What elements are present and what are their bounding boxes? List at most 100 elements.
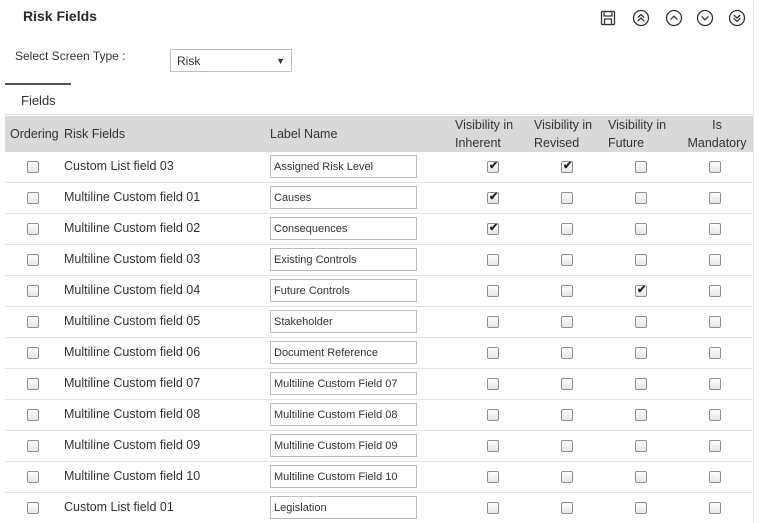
visibility-future-checkbox[interactable]: ✔ <box>635 440 647 452</box>
visibility-future-checkbox[interactable]: ✔ <box>635 347 647 359</box>
visibility-revised-checkbox[interactable]: ✔ <box>561 254 573 266</box>
table-row: ✔ Multiline Custom field 03 ✔ ✔ ✔ ✔ <box>5 245 753 276</box>
visibility-revised-checkbox[interactable]: ✔ <box>561 440 573 452</box>
move-top-button[interactable] <box>631 8 651 28</box>
is-mandatory-checkbox[interactable]: ✔ <box>709 285 721 297</box>
is-mandatory-checkbox[interactable]: ✔ <box>709 409 721 421</box>
screen-type-value: Risk <box>177 54 201 68</box>
is-mandatory-checkbox[interactable]: ✔ <box>709 347 721 359</box>
visibility-revised-checkbox[interactable]: ✔ <box>561 471 573 483</box>
visibility-inherent-checkbox[interactable]: ✔ <box>487 347 499 359</box>
label-name-input[interactable] <box>270 403 417 426</box>
ordering-checkbox[interactable]: ✔ <box>27 223 39 235</box>
visibility-inherent-checkbox[interactable]: ✔ <box>487 440 499 452</box>
ordering-checkbox[interactable]: ✔ <box>27 409 39 421</box>
visibility-inherent-checkbox[interactable]: ✔ <box>487 191 499 204</box>
visibility-revised-checkbox[interactable]: ✔ <box>561 223 573 235</box>
header-label-name: Label Name <box>270 127 338 141</box>
is-mandatory-checkbox[interactable]: ✔ <box>709 254 721 266</box>
visibility-future-checkbox[interactable]: ✔ <box>635 254 647 266</box>
visibility-revised-checkbox[interactable]: ✔ <box>561 378 573 390</box>
label-name-input[interactable] <box>270 496 417 519</box>
is-mandatory-checkbox[interactable]: ✔ <box>709 161 721 173</box>
is-mandatory-checkbox[interactable]: ✔ <box>709 471 721 483</box>
visibility-revised-checkbox[interactable]: ✔ <box>561 409 573 421</box>
ordering-checkbox[interactable]: ✔ <box>27 254 39 266</box>
visibility-future-checkbox[interactable]: ✔ <box>635 471 647 483</box>
tab-fields[interactable]: Fields <box>5 83 71 115</box>
visibility-future-checkbox[interactable]: ✔ <box>635 284 647 297</box>
ordering-checkbox[interactable]: ✔ <box>27 471 39 483</box>
visibility-inherent-checkbox[interactable]: ✔ <box>487 409 499 421</box>
visibility-inherent-checkbox[interactable]: ✔ <box>487 502 499 514</box>
move-top-icon <box>632 9 650 27</box>
ordering-checkbox[interactable]: ✔ <box>27 192 39 204</box>
visibility-revised-checkbox[interactable]: ✔ <box>561 502 573 514</box>
visibility-inherent-checkbox[interactable]: ✔ <box>487 471 499 483</box>
is-mandatory-checkbox[interactable]: ✔ <box>709 378 721 390</box>
table-row: ✔ Multiline Custom field 04 ✔ ✔ ✔ ✔ <box>5 276 753 307</box>
visibility-future-checkbox[interactable]: ✔ <box>635 223 647 235</box>
ordering-checkbox[interactable]: ✔ <box>27 347 39 359</box>
label-name-input[interactable] <box>270 217 417 240</box>
visibility-future-checkbox[interactable]: ✔ <box>635 502 647 514</box>
visibility-revised-checkbox[interactable]: ✔ <box>561 192 573 204</box>
table-row: ✔ Custom List field 03 ✔ ✔ ✔ ✔ <box>5 152 753 183</box>
label-name-input[interactable] <box>270 248 417 271</box>
label-name-input[interactable] <box>270 155 417 178</box>
visibility-future-checkbox[interactable]: ✔ <box>635 161 647 173</box>
table-row: ✔ Multiline Custom field 05 ✔ ✔ ✔ ✔ <box>5 307 753 338</box>
is-mandatory-checkbox[interactable]: ✔ <box>709 502 721 514</box>
visibility-inherent-checkbox[interactable]: ✔ <box>487 222 499 235</box>
save-button[interactable] <box>598 8 618 28</box>
is-mandatory-checkbox[interactable]: ✔ <box>709 192 721 204</box>
ordering-checkbox[interactable]: ✔ <box>27 502 39 514</box>
move-up-button[interactable] <box>664 8 684 28</box>
move-down-button[interactable] <box>695 8 715 28</box>
move-down-icon <box>696 9 714 27</box>
table-row: ✔ Multiline Custom field 06 ✔ ✔ ✔ ✔ <box>5 338 753 369</box>
visibility-inherent-checkbox[interactable]: ✔ <box>487 160 499 173</box>
header-is-mandatory: Is Mandatory <box>687 118 747 150</box>
risk-field-name: Multiline Custom field 04 <box>64 283 201 297</box>
ordering-checkbox[interactable]: ✔ <box>27 316 39 328</box>
ordering-checkbox[interactable]: ✔ <box>27 378 39 390</box>
label-name-input[interactable] <box>270 310 417 333</box>
ordering-checkbox[interactable]: ✔ <box>27 161 39 173</box>
visibility-inherent-checkbox[interactable]: ✔ <box>487 254 499 266</box>
visibility-revised-checkbox[interactable]: ✔ <box>561 160 573 173</box>
header-ordering: Ordering <box>10 127 59 141</box>
risk-field-name: Multiline Custom field 01 <box>64 190 201 204</box>
visibility-revised-checkbox[interactable]: ✔ <box>561 316 573 328</box>
is-mandatory-checkbox[interactable]: ✔ <box>709 440 721 452</box>
screen-type-label: Select Screen Type : <box>15 49 126 63</box>
visibility-future-checkbox[interactable]: ✔ <box>635 316 647 328</box>
page-title: Risk Fields <box>23 8 97 24</box>
header-risk-fields: Risk Fields <box>64 127 126 141</box>
visibility-inherent-checkbox[interactable]: ✔ <box>487 316 499 328</box>
label-name-input[interactable] <box>270 465 417 488</box>
visibility-revised-checkbox[interactable]: ✔ <box>561 285 573 297</box>
ordering-checkbox[interactable]: ✔ <box>27 440 39 452</box>
label-name-input[interactable] <box>270 341 417 364</box>
screen-type-select[interactable]: Risk ▼ <box>170 49 292 72</box>
visibility-inherent-checkbox[interactable]: ✔ <box>487 285 499 297</box>
label-name-input[interactable] <box>270 434 417 457</box>
is-mandatory-checkbox[interactable]: ✔ <box>709 223 721 235</box>
ordering-checkbox[interactable]: ✔ <box>27 285 39 297</box>
move-bottom-button[interactable] <box>727 8 747 28</box>
label-name-input[interactable] <box>270 186 417 209</box>
visibility-future-checkbox[interactable]: ✔ <box>635 378 647 390</box>
label-name-input[interactable] <box>270 279 417 302</box>
risk-field-name: Multiline Custom field 03 <box>64 252 201 266</box>
checkmark-icon: ✔ <box>489 160 499 172</box>
visibility-inherent-checkbox[interactable]: ✔ <box>487 378 499 390</box>
is-mandatory-checkbox[interactable]: ✔ <box>709 316 721 328</box>
visibility-future-checkbox[interactable]: ✔ <box>635 409 647 421</box>
visibility-future-checkbox[interactable]: ✔ <box>635 192 647 204</box>
table-row: ✔ Multiline Custom field 07 ✔ ✔ ✔ ✔ <box>5 369 753 400</box>
label-name-input[interactable] <box>270 372 417 395</box>
visibility-revised-checkbox[interactable]: ✔ <box>561 347 573 359</box>
header-visibility-revised: Visibility in Revised <box>534 118 593 150</box>
table-row: ✔ Multiline Custom field 01 ✔ ✔ ✔ ✔ <box>5 183 753 214</box>
